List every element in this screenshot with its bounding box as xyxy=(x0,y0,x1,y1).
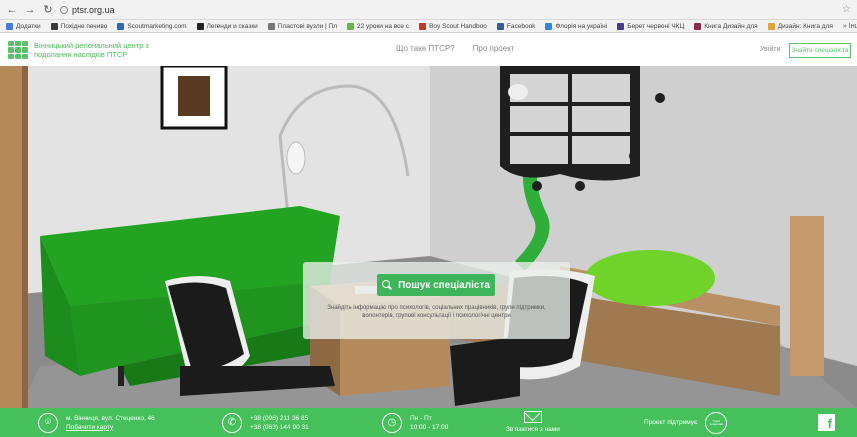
bookmark-label: Пластові вузли | Пл xyxy=(277,22,338,30)
bookmark-item[interactable]: Facebook xyxy=(496,22,536,30)
facebook-icon[interactable]: f xyxy=(818,414,835,431)
forward-icon[interactable]: → xyxy=(24,4,36,16)
bookmark-item[interactable]: Флорія на україні xyxy=(545,22,608,30)
bookmark-item[interactable]: Книга Дизайн для xyxy=(694,22,758,30)
phone-2[interactable]: +38 (063) 144 90 31 xyxy=(250,423,309,432)
bookmark-favicon-icon xyxy=(117,22,125,30)
bookmark-item[interactable]: Дизайн: Книга для xyxy=(767,22,833,30)
other-bookmarks[interactable]: » Інші закладки xyxy=(843,23,857,30)
logo-icon[interactable] xyxy=(8,41,28,59)
bookmark-item[interactable]: Легенди и сказки xyxy=(196,22,258,30)
bookmark-label: Boy Scout Handboo xyxy=(429,22,487,30)
search-button-label: Пошук спеціаліста xyxy=(398,279,490,291)
footer-contact[interactable]: Зв'язатися з нами xyxy=(506,408,560,437)
bookmark-favicon-icon xyxy=(347,22,355,30)
search-icon xyxy=(382,280,392,290)
bookmark-label: 22 уроки на все с xyxy=(357,22,410,30)
bookmark-label: Легенди и сказки xyxy=(206,22,258,30)
footer-hours: ◷ Пн - Пт 10:00 - 17:00 xyxy=(382,408,448,437)
bookmark-favicon-icon xyxy=(767,22,775,30)
search-specialist-button[interactable]: Пошук спеціаліста xyxy=(377,274,495,296)
bookmark-favicon-icon xyxy=(617,22,625,30)
site-footer: ⌾ м. Вінниця, вул. Стеценко, 46 Побачити… xyxy=(0,408,857,437)
bookmark-label: Берет червоні ЧКЦ xyxy=(627,22,685,30)
clock-icon: ◷ xyxy=(382,412,402,433)
bookmark-item[interactable]: Берет червоні ЧКЦ xyxy=(617,22,685,30)
contact-link[interactable]: Зв'язатися з нами xyxy=(506,425,560,434)
back-icon[interactable]: ← xyxy=(6,4,18,16)
hero-section: Пошук спеціаліста Знайдіть інформацію пр… xyxy=(0,66,857,408)
address-text: м. Вінниця, вул. Стеценко, 46 xyxy=(66,414,155,422)
bookmark-item[interactable]: Scoutmarketing.com xyxy=(117,22,187,30)
bookmark-favicon-icon xyxy=(50,22,58,30)
room-illustration xyxy=(0,66,857,408)
partner-label: Проект підтримує xyxy=(644,419,698,426)
search-panel: Пошук спеціаліста Знайдіть інформацію пр… xyxy=(303,262,570,339)
login-link[interactable]: Увійти xyxy=(760,46,780,53)
bookmark-item[interactable]: 22 уроки на все с xyxy=(347,22,410,30)
site-header: Вінницький регіональний центр з подоланн… xyxy=(0,34,857,66)
bookmark-label: Scoutmarketing.com xyxy=(127,22,187,30)
bookmark-favicon-icon xyxy=(496,22,504,30)
footer-partner: Проект підтримує Гідна Ініціатива xyxy=(644,408,728,437)
bookmark-favicon-icon xyxy=(694,22,702,30)
bookmark-favicon-icon xyxy=(545,22,553,30)
bookmark-label: Дизайн: Книга для xyxy=(777,22,833,30)
nav-about-project[interactable]: Про проект xyxy=(473,44,515,53)
bookmarks-bar: Додатки Похідне печиво Scoutmarketing.com Л… xyxy=(0,20,857,33)
map-link[interactable]: Побачити карту xyxy=(66,423,155,432)
partner-logo[interactable]: Гідна Ініціатива xyxy=(705,411,728,434)
bookmark-favicon-icon xyxy=(6,22,13,30)
bookmark-label: Книга Дизайн для xyxy=(704,22,758,30)
find-specialist-button[interactable]: Знайти спеціаліста xyxy=(789,43,851,58)
hours-time: 10:00 - 17:00 xyxy=(410,423,449,431)
info-icon xyxy=(60,5,68,14)
main-nav: Що таке ПТСР? Про проект xyxy=(396,44,514,53)
phone-icon: ✆ xyxy=(222,412,242,433)
bookmark-label: Похідне печиво xyxy=(60,22,108,30)
location-pin-icon: ⌾ xyxy=(38,412,58,433)
url-text[interactable]: ptsr.org.ua xyxy=(72,5,115,15)
bookmark-item[interactable]: Додатки xyxy=(6,22,41,30)
browser-toolbar: ← → ↻ ptsr.org.ua ☆ xyxy=(0,0,857,20)
bookmark-label: Facebook xyxy=(506,22,536,30)
address-bar[interactable]: ptsr.org.ua xyxy=(60,5,115,15)
bookmark-label: Флорія на україні xyxy=(555,22,608,30)
bookmark-favicon-icon xyxy=(267,22,275,30)
bookmark-item[interactable]: Boy Scout Handboo xyxy=(419,22,487,30)
bookmark-star-icon[interactable]: ☆ xyxy=(842,4,851,15)
bookmark-favicon-icon xyxy=(196,22,204,30)
mail-icon xyxy=(523,411,542,423)
reload-icon[interactable]: ↻ xyxy=(42,4,54,16)
logo-text[interactable]: Вінницький регіональний центр з подоланн… xyxy=(34,41,164,59)
bookmark-item[interactable]: Пластові вузли | Пл xyxy=(267,22,338,30)
phone-1[interactable]: +38 (096) 211 36 85 xyxy=(250,414,309,423)
footer-phones: ✆ +38 (096) 211 36 85 +38 (063) 144 90 3… xyxy=(222,408,309,437)
bookmark-item[interactable]: Похідне печиво xyxy=(50,22,108,30)
hours-days: Пн - Пт xyxy=(410,414,432,422)
search-description: Знайдіть інформацію про психологів, соці… xyxy=(327,305,546,319)
bookmark-label: Додатки xyxy=(16,22,41,30)
footer-address: ⌾ м. Вінниця, вул. Стеценко, 46 Побачити… xyxy=(38,408,155,437)
nav-what-is-ptsd[interactable]: Що таке ПТСР? xyxy=(396,44,455,53)
bookmark-favicon-icon xyxy=(419,22,427,30)
picture-frame xyxy=(160,66,228,130)
